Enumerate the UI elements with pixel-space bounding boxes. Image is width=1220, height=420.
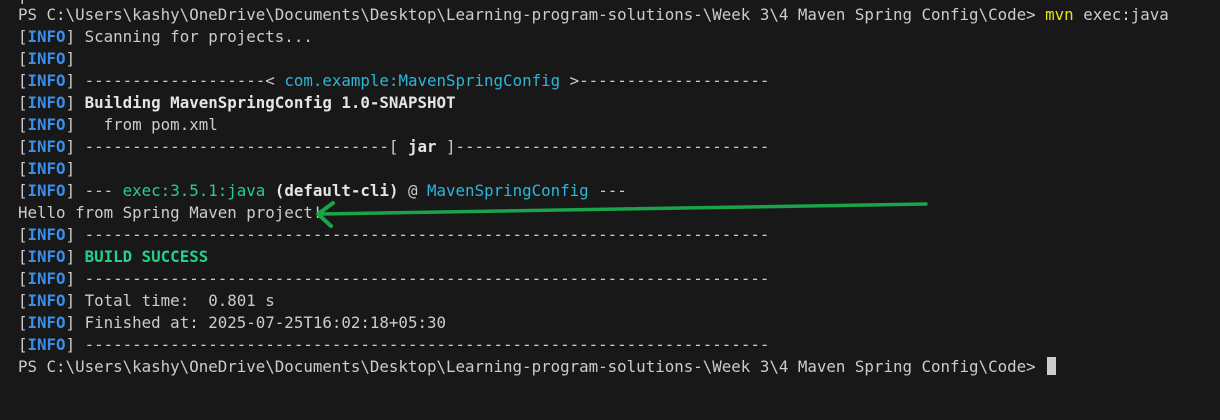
log-level: INFO xyxy=(27,115,66,134)
log-text: from pom.xml xyxy=(75,115,218,134)
log-level: INFO xyxy=(27,93,66,112)
log-line: [INFO] xyxy=(18,48,1220,70)
prompt-text: PS C:\Users\kashy\OneDrive\Documents\Des… xyxy=(18,357,1046,376)
bracket-open: [ xyxy=(18,247,28,266)
bracket-close: ] xyxy=(65,159,76,178)
log-plugin: exec:3.5.1:java xyxy=(122,181,266,200)
log-level: INFO xyxy=(27,137,66,156)
log-line: [INFO] --- exec:3.5.1:java (default-cli)… xyxy=(18,180,1220,202)
log-boldmid: jar xyxy=(407,137,437,156)
log-line: [INFO] ---------------------------------… xyxy=(18,334,1220,356)
log-line: [INFO] Total time: 0.801 s xyxy=(18,290,1220,312)
bracket-close: ] xyxy=(65,71,76,90)
bracket-open: [ xyxy=(18,159,28,178)
log-post: @ xyxy=(398,181,428,200)
bracket-close: ] xyxy=(65,49,76,68)
log-level: INFO xyxy=(27,159,66,178)
log-level: INFO xyxy=(27,247,66,266)
bracket-open: [ xyxy=(18,49,28,68)
bracket-open: [ xyxy=(18,137,28,156)
bracket-close: ] xyxy=(65,247,76,266)
log-line: [INFO] Finished at: 2025-07-25T16:02:18+… xyxy=(18,312,1220,334)
bracket-close: ] xyxy=(65,93,76,112)
bracket-open: [ xyxy=(18,115,28,134)
log-text: Finished at: 2025-07-25T16:02:18+05:30 xyxy=(75,313,446,332)
terminal-output: PS C:\Users\kashy\OneDrive\Documents\Des… xyxy=(18,4,1220,378)
bracket-close: ] xyxy=(65,115,76,134)
log-line: [INFO] ---------------------------------… xyxy=(18,224,1220,246)
log-line: [INFO] Building MavenSpringConfig 1.0-SN… xyxy=(18,92,1220,114)
log-text: ----------------------------------------… xyxy=(75,335,770,354)
program-output-line: Hello from Spring Maven project! xyxy=(18,202,1220,224)
log-post: ]--------------------------------- xyxy=(436,137,770,156)
bracket-close: ] xyxy=(65,291,76,310)
log-level: INFO xyxy=(27,335,66,354)
log-line: [INFO] -------------------< com.example:… xyxy=(18,70,1220,92)
log-pre: --------------------------------[ xyxy=(75,137,408,156)
prompt-line: PS C:\Users\kashy\OneDrive\Documents\Des… xyxy=(18,4,1220,26)
log-post2: --- xyxy=(588,181,627,200)
bracket-open: [ xyxy=(18,335,28,354)
command-args: exec:java xyxy=(1073,5,1169,24)
log-level: INFO xyxy=(27,291,66,310)
log-level: INFO xyxy=(27,313,66,332)
bracket-open: [ xyxy=(18,93,28,112)
log-line: [INFO] ---------------------------------… xyxy=(18,268,1220,290)
log-pre: --- xyxy=(75,181,123,200)
log-line: [INFO] --------------------------------[… xyxy=(18,136,1220,158)
bracket-open: [ xyxy=(18,71,28,90)
log-level: INFO xyxy=(27,269,66,288)
log-text: Total time: 0.801 s xyxy=(75,291,275,310)
log-text: Scanning for projects... xyxy=(75,27,313,46)
bracket-close: ] xyxy=(65,225,76,244)
log-post: >-------------------- xyxy=(560,71,770,90)
log-success: BUILD SUCCESS xyxy=(75,247,209,266)
log-level: INFO xyxy=(27,225,66,244)
bracket-close: ] xyxy=(65,137,76,156)
terminal-window[interactable]: [ PS C:\Users\kashy\OneDrive\Documents\D… xyxy=(0,0,1220,420)
program-output: Hello from Spring Maven project! xyxy=(18,203,323,222)
log-artifact: com.example:MavenSpringConfig xyxy=(284,71,561,90)
log-text: ----------------------------------------… xyxy=(75,269,770,288)
log-line: [INFO] xyxy=(18,158,1220,180)
bracket-open: [ xyxy=(18,269,28,288)
log-line: [INFO] from pom.xml xyxy=(18,114,1220,136)
log-artifact2: MavenSpringConfig xyxy=(427,181,589,200)
log-boldmid: (default-cli) xyxy=(265,181,399,200)
bracket-open: [ xyxy=(18,27,28,46)
prompt-line: PS C:\Users\kashy\OneDrive\Documents\Des… xyxy=(18,356,1220,378)
bracket-close: ] xyxy=(65,27,76,46)
log-level: INFO xyxy=(27,181,66,200)
bracket-close: ] xyxy=(65,181,76,200)
text-cursor xyxy=(1047,357,1057,375)
prompt-text: PS C:\Users\kashy\OneDrive\Documents\Des… xyxy=(18,5,1046,24)
bracket-close: ] xyxy=(65,269,76,288)
log-text: ----------------------------------------… xyxy=(75,225,770,244)
log-level: INFO xyxy=(27,27,66,46)
bracket-close: ] xyxy=(65,313,76,332)
bracket-open: [ xyxy=(18,313,28,332)
log-pre: -------------------< xyxy=(75,71,285,90)
command-name: mvn xyxy=(1045,5,1074,24)
log-level: INFO xyxy=(27,49,66,68)
bracket-open: [ xyxy=(18,225,28,244)
log-level: INFO xyxy=(27,71,66,90)
log-line: [INFO] BUILD SUCCESS xyxy=(18,246,1220,268)
bracket-open: [ xyxy=(18,181,28,200)
bracket-open: [ xyxy=(18,291,28,310)
log-bold: Building MavenSpringConfig 1.0-SNAPSHOT xyxy=(75,93,456,112)
log-line: [INFO] Scanning for projects... xyxy=(18,26,1220,48)
bracket-close: ] xyxy=(65,335,76,354)
